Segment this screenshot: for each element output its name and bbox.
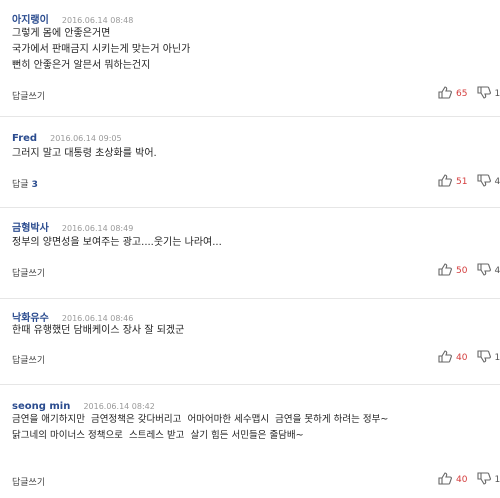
thumbs-down-icon[interactable]: [477, 472, 492, 488]
comment-body: 금연을 애기하지만 금연정책은 갖다버리고 어마어마한 세수맵시 금연을 못하게…: [12, 414, 389, 441]
comment-body: 정부의 양면성을 보여주는 광고....웃기는 나라여...: [12, 237, 222, 248]
thumbs-up-icon[interactable]: [438, 263, 452, 279]
comment-body: 한때 유행했던 담배케이스 장사 잘 되겠군: [12, 325, 185, 336]
reply-button[interactable]: 답글쓰기: [12, 89, 48, 102]
thumbs-down-icon[interactable]: [477, 86, 492, 102]
comment-date: 2016.06.14 08:42: [83, 402, 155, 411]
like-count: 40: [456, 475, 468, 485]
reply-button[interactable]: 답글쓰기: [12, 353, 48, 366]
comment-date: 2016.06.14 08:49: [61, 224, 134, 233]
dislike-count: 1: [494, 475, 500, 485]
dislike-count: 4: [494, 266, 500, 276]
comment-item: 금형박사 2016.06.14 08:49 정부의 양면성을 보여주는 광고..…: [0, 208, 500, 299]
comment-body: 그렇게 몸에 안좋은거면 국가에서 판매금지 시키는게 맞는거 아닌가 뻔히 안좋은…: [12, 28, 191, 71]
comment-item: 아지랭이 2016.06.14 08:48 그렇게 몸에 안좋은거면 국가에서 판…: [0, 0, 500, 117]
reply-button[interactable]: 답글쓰기: [12, 475, 48, 488]
thumbs-up-icon[interactable]: [438, 86, 452, 102]
thumbs-up-icon[interactable]: [438, 350, 452, 366]
comment-author[interactable]: Fred: [12, 133, 37, 144]
thumbs-down-icon[interactable]: [477, 350, 492, 366]
comment-item: Fred 2016.06.14 09:05 그러지 말고 대통령 초상화를 박어…: [0, 117, 500, 208]
like-count: 40: [456, 353, 468, 363]
like-count: 65: [456, 89, 468, 99]
thumbs-up-icon[interactable]: [438, 174, 452, 190]
dislike-count: 1: [494, 353, 500, 363]
reply-button[interactable]: 답글 3: [12, 177, 38, 190]
reply-button[interactable]: 답글쓰기: [12, 266, 48, 279]
comment-item: seong min 2016.06.14 08:42 금연을 애기하지만 금연정…: [0, 385, 500, 498]
thumbs-down-icon[interactable]: [477, 174, 492, 190]
dislike-count: 4: [494, 177, 500, 187]
thumbs-down-icon[interactable]: [477, 263, 492, 279]
comment-body: 그러지 말고 대통령 초상화를 박어.: [12, 148, 157, 159]
like-count: 51: [456, 177, 468, 187]
thumbs-up-icon[interactable]: [438, 472, 452, 488]
comment-author[interactable]: 금형박사: [12, 223, 49, 234]
comment-date: 2016.06.14 08:46: [61, 314, 134, 323]
comment-item: 낙화유수 2016.06.14 08:46 한때 유행했던 담배케이스 장사 잘…: [0, 299, 500, 385]
comment-date: 2016.06.14 09:05: [50, 134, 122, 143]
comment-date: 2016.06.14 08:48: [61, 16, 134, 25]
dislike-count: 1: [494, 89, 500, 99]
comment-author[interactable]: 아지랭이: [12, 15, 49, 26]
like-count: 50: [456, 266, 468, 276]
comment-author[interactable]: seong min: [12, 401, 70, 412]
